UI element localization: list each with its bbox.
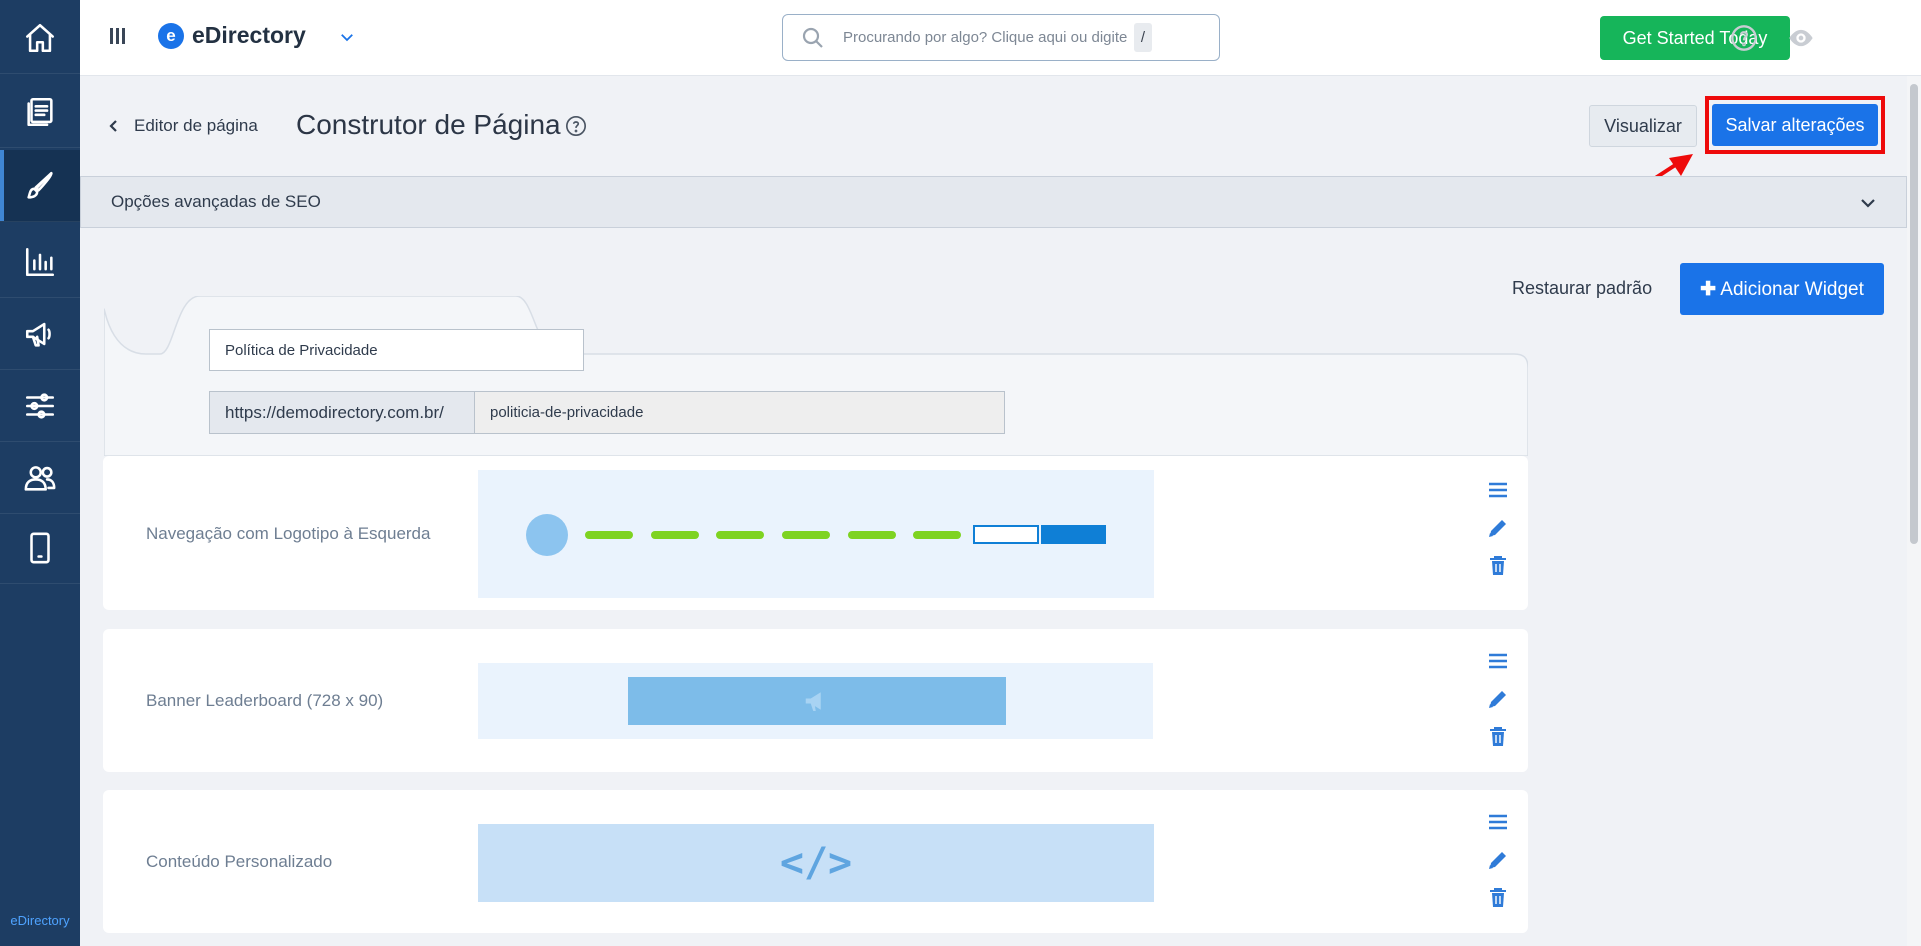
sidebar-item-users[interactable] — [0, 442, 80, 514]
widget-actions — [1486, 649, 1510, 749]
seo-options-toggle[interactable]: Opções avançadas de SEO — [80, 176, 1907, 228]
edit-pencil-icon[interactable] — [1486, 516, 1510, 540]
question-icon[interactable] — [565, 115, 587, 137]
preview-button[interactable]: Visualizar — [1589, 105, 1697, 147]
edit-pencil-icon[interactable] — [1486, 848, 1510, 872]
drag-handle-icon[interactable] — [1486, 649, 1510, 673]
megaphone-icon — [805, 692, 821, 711]
trash-icon[interactable] — [1486, 725, 1510, 749]
code-icon: </> — [779, 840, 853, 886]
nav-placeholder — [913, 531, 961, 539]
sidebar-item-reports[interactable] — [0, 226, 80, 298]
get-started-button[interactable]: Get Started Today — [1600, 16, 1790, 60]
page-scrollbar[interactable] — [1907, 76, 1921, 946]
search-icon — [802, 27, 823, 48]
add-widget-label: Adicionar Widget — [1720, 278, 1864, 300]
back-link-label: Editor de página — [134, 116, 258, 135]
page-title: Construtor de Página — [296, 109, 561, 140]
search-box[interactable]: / — [782, 14, 1220, 61]
page-slug-input[interactable] — [475, 391, 1005, 434]
nav-placeholder — [651, 531, 699, 539]
menu-toggle-icon[interactable] — [110, 28, 128, 48]
sliders-icon — [25, 392, 55, 419]
topbar: e eDirectory / Get Started Today — [80, 0, 1921, 76]
chart-icon — [25, 247, 55, 276]
sidebar-item-promote[interactable] — [0, 298, 80, 370]
nav-placeholder — [585, 531, 633, 539]
content-icon — [27, 97, 53, 126]
megaphone-icon — [25, 322, 51, 347]
widget-actions — [1486, 478, 1510, 578]
eye-icon[interactable] — [1787, 24, 1815, 52]
restore-default-link[interactable]: Restaurar padrão — [1512, 278, 1652, 299]
widget-card: Navegação com Logotipo à Esquerda — [103, 456, 1528, 610]
brand[interactable]: e eDirectory — [158, 22, 306, 49]
sidebar-item-home[interactable] — [0, 2, 80, 74]
drag-handle-icon[interactable] — [1486, 810, 1510, 834]
brand-name: eDirectory — [192, 22, 306, 48]
widget-label: Conteúdo Personalizado — [146, 852, 333, 871]
custom-content-preview: </> — [478, 824, 1154, 902]
widget-label: Banner Leaderboard (728 x 90) — [146, 691, 384, 710]
logo-placeholder-icon — [526, 514, 568, 556]
banner-preview — [478, 663, 1153, 739]
nav-button-placeholder — [973, 525, 1039, 544]
sidebar-item-content[interactable] — [0, 76, 80, 148]
navigation-preview — [478, 470, 1154, 598]
search-input[interactable] — [843, 29, 1133, 46]
edit-pencil-icon[interactable] — [1486, 687, 1510, 711]
nav-placeholder — [782, 531, 830, 539]
save-changes-button[interactable]: Salvar alterações — [1712, 104, 1878, 146]
banner-placeholder — [628, 677, 1006, 725]
plus-icon: ✚ — [1700, 278, 1717, 300]
widget-card: Conteúdo Personalizado </> — [103, 790, 1528, 933]
sidebar-item-design[interactable] — [0, 150, 80, 222]
users-icon — [24, 465, 56, 491]
nav-placeholder — [716, 531, 764, 539]
scrollbar-thumb[interactable] — [1910, 84, 1918, 544]
widget-card: Banner Leaderboard (728 x 90) — [103, 629, 1528, 772]
sidebar: eDirectory — [0, 0, 80, 946]
back-link[interactable]: Editor de página — [108, 116, 258, 136]
seo-options-label: Opções avançadas de SEO — [111, 192, 321, 211]
search-shortcut-key: / — [1134, 23, 1152, 52]
page-name-input[interactable] — [209, 329, 584, 371]
sidebar-item-settings[interactable] — [0, 370, 80, 442]
home-icon — [25, 23, 55, 52]
brush-icon — [27, 171, 53, 199]
sidebar-item-mobile[interactable] — [0, 512, 80, 584]
drag-handle-icon[interactable] — [1486, 478, 1510, 502]
widget-actions — [1486, 810, 1510, 910]
help-icon[interactable] — [1730, 24, 1758, 52]
add-widget-button[interactable]: ✚ Adicionar Widget — [1680, 263, 1884, 315]
chevron-left-icon — [109, 120, 117, 132]
url-prefix: https://demodirectory.com.br/ — [209, 391, 475, 434]
widget-label: Navegação com Logotipo à Esquerda — [146, 524, 431, 543]
mobile-icon — [30, 532, 50, 563]
chevron-down-icon — [1861, 199, 1875, 208]
nav-placeholder — [848, 531, 896, 539]
trash-icon[interactable] — [1486, 554, 1510, 578]
brand-logo-icon: e — [158, 22, 184, 49]
nav-button-placeholder — [1041, 525, 1106, 544]
sidebar-footer-brand[interactable]: eDirectory — [0, 913, 80, 928]
trash-icon[interactable] — [1486, 886, 1510, 910]
chevron-down-icon[interactable] — [338, 28, 356, 46]
